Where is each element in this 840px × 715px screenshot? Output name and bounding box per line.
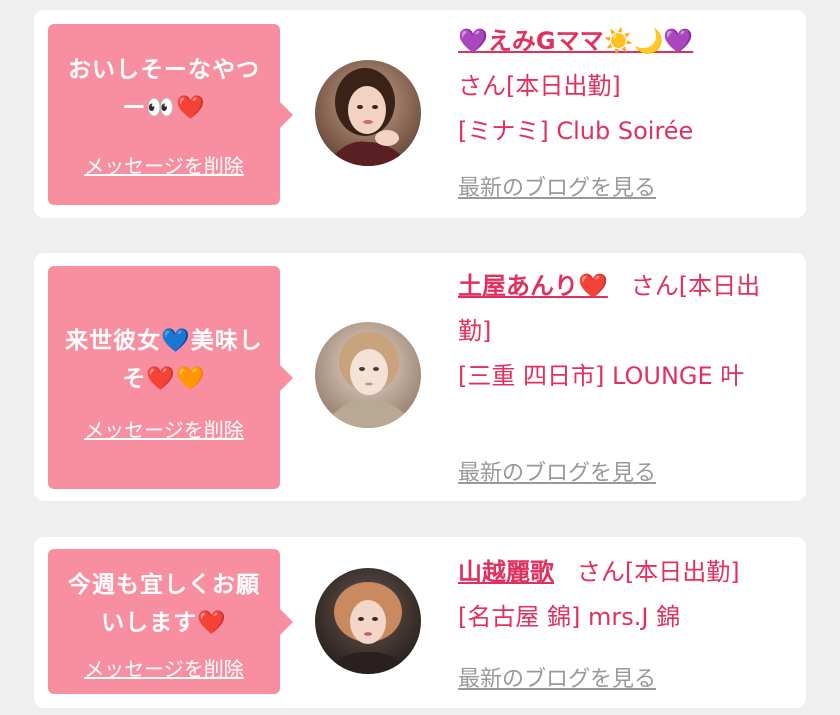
- shop-name: [ミナミ] Club Soirée: [458, 117, 694, 145]
- avatar[interactable]: [315, 568, 421, 674]
- message-bubble: 今週も宜しくお願いします❤️ メッセージを削除: [48, 549, 293, 694]
- shop-name: [三重 四日市] LOUNGE 叶: [458, 362, 745, 390]
- shop-name: [名古屋 錦] mrs.J 錦: [458, 603, 681, 631]
- latest-blog-link[interactable]: 最新のブログを見る: [458, 170, 656, 202]
- member-info: 土屋あんり❤️ さん[本日出勤] [三重 四日市] LOUNGE 叶: [458, 264, 788, 399]
- member-name-link[interactable]: 土屋あんり❤️: [458, 272, 608, 300]
- message-card: 来世彼女💙美味しそ❤️🧡 メッセージを削除 土屋あんり❤️ さん[本日出勤] […: [34, 253, 806, 501]
- delete-message-link[interactable]: メッセージを削除: [48, 414, 280, 443]
- member-status: さん[本日出勤]: [458, 72, 621, 100]
- avatar[interactable]: [315, 322, 421, 428]
- member-name-link[interactable]: 💜えみGママ☀️🌙💜: [458, 27, 693, 55]
- member-name-link[interactable]: 山越麗歌: [458, 558, 554, 586]
- member-info: 💜えみGママ☀️🌙💜 さん[本日出勤] [ミナミ] Club Soirée: [458, 19, 788, 154]
- message-text: おいしそーなやつー👀❤️: [68, 57, 260, 121]
- message-bubble: おいしそーなやつー👀❤️ メッセージを削除: [48, 24, 293, 205]
- latest-blog-link[interactable]: 最新のブログを見る: [458, 455, 656, 487]
- member-info: 山越麗歌 さん[本日出勤] [名古屋 錦] mrs.J 錦: [458, 550, 788, 640]
- message-card: 今週も宜しくお願いします❤️ メッセージを削除 山越麗歌 さん[本日出勤] [名…: [34, 537, 806, 708]
- message-bubble: 来世彼女💙美味しそ❤️🧡 メッセージを削除: [48, 266, 293, 489]
- message-text: 今週も宜しくお願いします❤️: [68, 572, 260, 636]
- delete-message-link[interactable]: メッセージを削除: [48, 653, 280, 682]
- latest-blog-link[interactable]: 最新のブログを見る: [458, 661, 656, 693]
- message-text: 来世彼女💙美味しそ❤️🧡: [65, 328, 263, 392]
- delete-message-link[interactable]: メッセージを削除: [48, 150, 280, 179]
- avatar[interactable]: [315, 60, 421, 166]
- member-status: さん[本日出勤]: [576, 558, 740, 586]
- message-card: おいしそーなやつー👀❤️ メッセージを削除 💜えみGママ☀️🌙💜 さん[本日出勤…: [34, 10, 806, 218]
